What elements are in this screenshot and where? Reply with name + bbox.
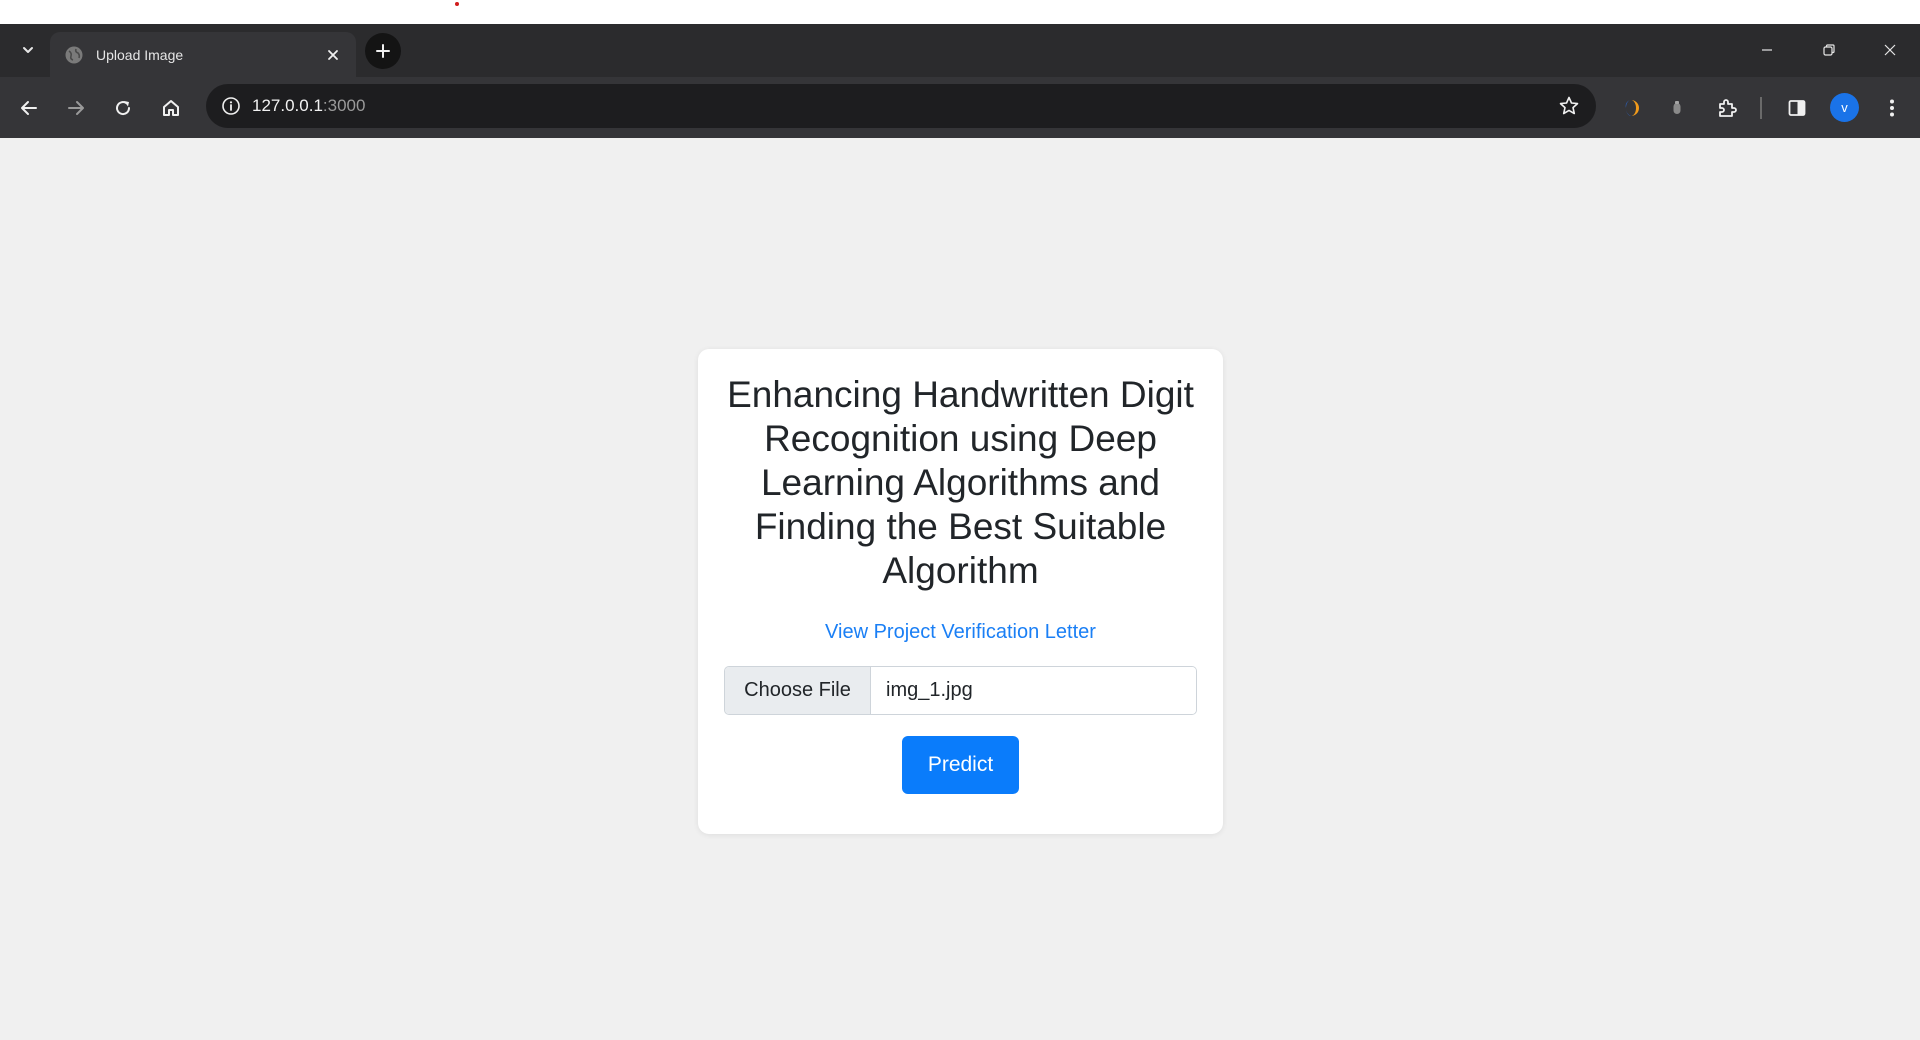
address-bar[interactable]: 127.0.0.1:3000	[206, 84, 1596, 128]
globe-icon	[64, 45, 84, 65]
reload-icon	[116, 101, 131, 116]
plus-icon	[376, 44, 390, 58]
indicator-dot	[455, 2, 459, 6]
side-panel-icon[interactable]	[1780, 91, 1814, 125]
extensions-puzzle-icon[interactable]	[1710, 91, 1744, 125]
tab-upload-image[interactable]: Upload Image	[50, 32, 356, 77]
restore-icon	[1823, 44, 1835, 56]
tab-title: Upload Image	[96, 46, 184, 63]
predict-button[interactable]: Predict	[902, 736, 1019, 794]
home-icon	[163, 100, 179, 116]
home-button[interactable]	[154, 91, 188, 125]
toolbar-divider	[1760, 97, 1762, 119]
arrow-right-icon	[68, 101, 84, 115]
tab-bar: Upload Image	[0, 24, 1920, 77]
kebab-menu-icon[interactable]	[1875, 91, 1909, 125]
minimize-button[interactable]	[1744, 34, 1790, 66]
new-tab-button[interactable]	[365, 33, 401, 69]
desktop-top-strip	[0, 0, 1920, 24]
profile-avatar[interactable]: v	[1830, 93, 1859, 122]
forward-button[interactable]	[59, 91, 93, 125]
info-icon[interactable]	[216, 91, 246, 121]
extension-grey-icon[interactable]	[1660, 91, 1694, 125]
choose-file-button[interactable]: Choose File	[725, 667, 871, 714]
bookmark-star-icon[interactable]	[1556, 93, 1582, 119]
browser-toolbar: 127.0.0.1:3000 v	[0, 77, 1920, 138]
file-input[interactable]: Choose File img_1.jpg	[724, 666, 1197, 715]
back-button[interactable]	[12, 91, 46, 125]
restore-button[interactable]	[1806, 34, 1852, 66]
close-tab-button[interactable]	[322, 44, 344, 66]
selected-file-name: img_1.jpg	[871, 667, 1196, 714]
close-window-button[interactable]	[1867, 34, 1913, 66]
close-icon	[1884, 44, 1896, 56]
verification-letter-link[interactable]: View Project Verification Letter	[825, 621, 1096, 644]
url-port: :3000	[322, 96, 366, 115]
chevron-down-icon	[23, 47, 33, 53]
upload-card: Enhancing Handwritten Digit Recognition …	[698, 349, 1223, 834]
url-host: 127.0.0.1	[252, 96, 323, 115]
extension-orange-icon[interactable]	[1614, 91, 1648, 125]
reload-button[interactable]	[106, 91, 140, 125]
page-title: Enhancing Handwritten Digit Recognition …	[727, 374, 1194, 591]
close-icon	[328, 49, 338, 60]
minimize-icon	[1762, 49, 1772, 51]
tab-search-button[interactable]	[14, 36, 42, 64]
arrow-left-icon	[21, 101, 37, 115]
